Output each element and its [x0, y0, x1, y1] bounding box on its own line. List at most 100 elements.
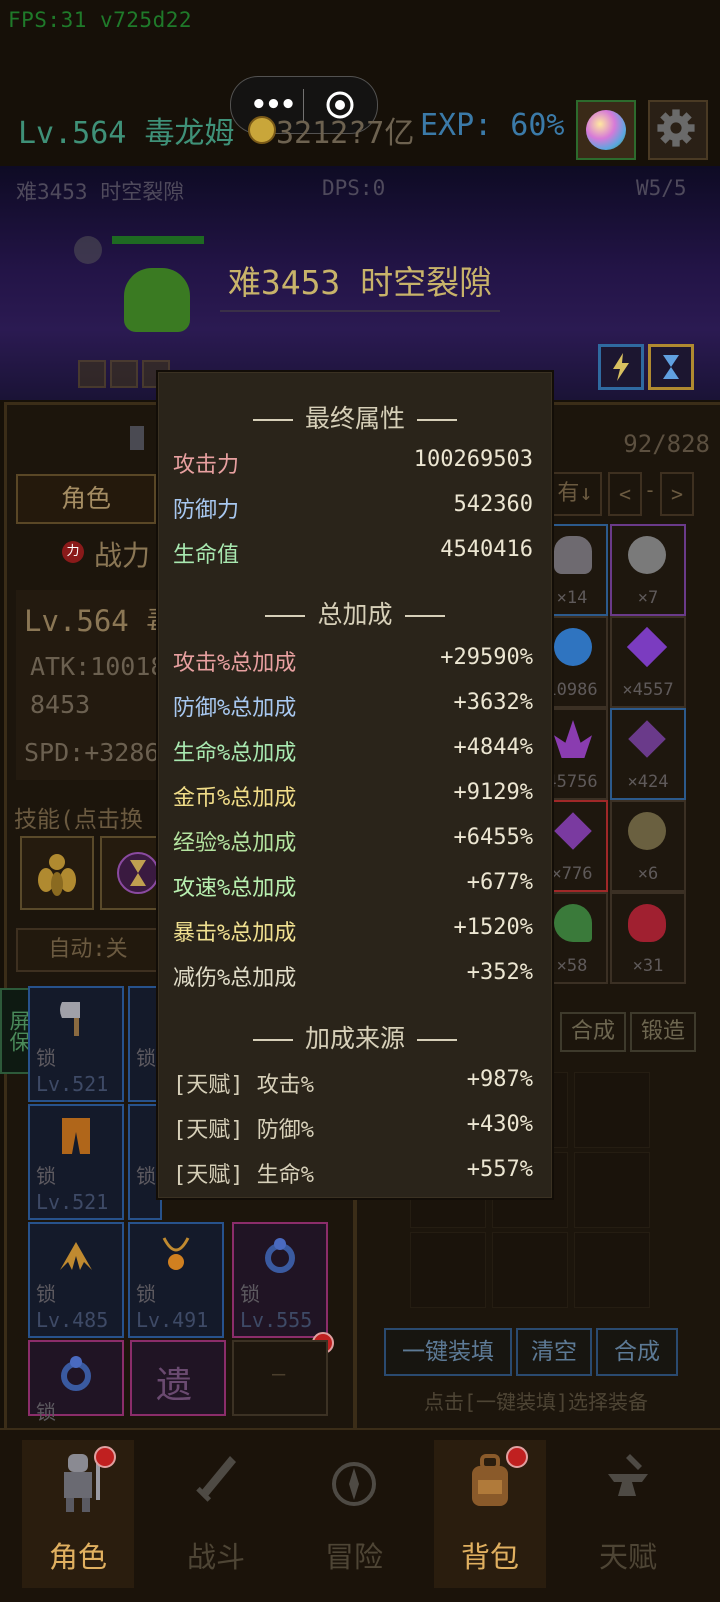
equip-slot-necklace[interactable]: 锁 Lv.491: [128, 1222, 224, 1338]
bonus-source-value: +987%: [466, 1067, 533, 1092]
power-label: 战力: [94, 539, 151, 572]
prev-page-button[interactable]: <: [608, 472, 642, 516]
enemy-hp-bar: [112, 236, 204, 244]
one-click-fill-button[interactable]: 一键装填: [384, 1328, 512, 1376]
section-title: 总加成: [317, 600, 393, 629]
total-bonus-label: 经验%总加成: [173, 831, 297, 856]
red-heart-icon: [628, 904, 666, 942]
equip-slot-ring[interactable]: 锁 Lv.555: [232, 1222, 328, 1338]
final-stat-label: 防御力: [173, 498, 240, 523]
blue-orb-icon: [554, 628, 592, 666]
total-bonus-row: 生命%总加成 +4844%: [173, 735, 533, 769]
notification-dot: [94, 1446, 116, 1468]
skill-slot[interactable]: [100, 836, 160, 910]
purple-crystal-icon: [554, 720, 592, 758]
equip-slot-empty[interactable]: —: [232, 1340, 328, 1416]
lock-label: 锁: [136, 1282, 156, 1306]
auto-toggle[interactable]: 自动:关: [16, 928, 160, 972]
forge-slot[interactable]: [574, 1232, 650, 1308]
total-bonus-label: 生命%总加成: [173, 741, 297, 766]
forge-slot[interactable]: [574, 1152, 650, 1228]
item-qty: ×6: [637, 864, 659, 884]
rainbow-orb-button[interactable]: [576, 100, 636, 160]
hourglass-rune-icon: [117, 852, 159, 894]
skill-slot[interactable]: [20, 836, 94, 910]
total-bonus-value: +352%: [466, 960, 533, 985]
nav-tab-3[interactable]: 背包: [434, 1440, 546, 1588]
nav-tab-1[interactable]: 战斗: [160, 1440, 272, 1588]
section-rule: [417, 419, 457, 421]
rune-gem-icon: [628, 720, 666, 758]
forge-slot[interactable]: [492, 1232, 568, 1308]
section-rule: [417, 1039, 457, 1041]
tab-forge[interactable]: 锻造: [630, 1012, 696, 1052]
bonus-source-label: [天赋] 生命%: [173, 1163, 314, 1188]
zone-title-underline: [220, 310, 500, 312]
total-bonus-label: 攻速%总加成: [173, 876, 297, 901]
dps-readout: DPS:0: [322, 176, 386, 200]
section-rule: [404, 615, 445, 617]
pinecone-icon: [554, 536, 592, 574]
settings-button[interactable]: [648, 100, 708, 160]
final-stat-row: 攻击力 100269503: [173, 447, 533, 481]
final-stat-label: 攻击力: [173, 453, 240, 478]
merge-button[interactable]: 合成: [596, 1328, 678, 1376]
inventory-item[interactable]: ×7: [610, 524, 686, 616]
inventory-item[interactable]: ×31: [610, 892, 686, 984]
hourglass-button[interactable]: [648, 344, 694, 390]
buff-icon: [110, 360, 138, 388]
equip-slot-wings[interactable]: 锁 Lv.485: [28, 1222, 124, 1338]
equip-slot-pants[interactable]: 锁 Lv.521: [28, 1104, 124, 1220]
tab-role[interactable]: 角色: [16, 474, 156, 524]
total-bonus-label: 防御%总加成: [173, 696, 297, 721]
total-bonus-value: +6455%: [453, 825, 533, 850]
tab-merge[interactable]: 合成: [560, 1012, 626, 1052]
inventory-item[interactable]: ×424: [610, 708, 686, 800]
total-bonus-value: +4844%: [453, 735, 533, 760]
sort-button[interactable]: 有↓: [548, 472, 602, 516]
total-bonus-row: 经验%总加成 +6455%: [173, 825, 533, 859]
equip-level: Lv.485: [36, 1308, 109, 1332]
nav-tab-label: 角色: [48, 1540, 107, 1574]
section-final-attrs: 最终属性: [159, 399, 551, 435]
clear-button[interactable]: 清空: [516, 1328, 592, 1376]
lock-label: 锁: [36, 1282, 56, 1306]
equip-slot-ring-2[interactable]: 锁: [28, 1340, 124, 1424]
section-title: 最终属性: [304, 404, 405, 433]
final-stat-value: 100269503: [413, 447, 533, 472]
total-bonus-row: 防御%总加成 +3632%: [173, 690, 533, 724]
silver-flower-icon: [628, 536, 666, 574]
bonus-source-label: [天赋] 攻击%: [173, 1073, 314, 1098]
final-stat-value: 4540416: [440, 537, 533, 562]
final-stat-value: 542360: [453, 492, 533, 517]
nav-tab-0[interactable]: 角色: [22, 1440, 134, 1588]
equip-slot-armor[interactable]: 锁: [128, 1104, 162, 1220]
forge-slot[interactable]: [574, 1072, 650, 1148]
inventory-item[interactable]: ×6: [610, 800, 686, 892]
equip-level: Lv.521: [36, 1190, 109, 1214]
notification-dot: [506, 1446, 528, 1468]
nav-tab-2[interactable]: 冒险: [298, 1440, 410, 1588]
clover-icon: [554, 904, 592, 942]
equip-slot-weapon[interactable]: 锁 Lv.521: [28, 986, 124, 1102]
bonus-source-value: +430%: [466, 1112, 533, 1137]
section-title: 加成来源: [304, 1024, 405, 1053]
lock-label: 锁: [36, 1400, 56, 1424]
anvil-icon: [608, 1454, 648, 1496]
bonus-source-row: [天赋] 攻击% +987%: [173, 1067, 533, 1101]
total-bonus-value: +9129%: [453, 780, 533, 805]
total-bonus-row: 攻击%总加成 +29590%: [173, 645, 533, 679]
equip-slot-helmet[interactable]: 锁: [128, 986, 162, 1102]
inventory-item[interactable]: ×4557: [610, 616, 686, 708]
next-page-button[interactable]: >: [660, 472, 694, 516]
forge-slot[interactable]: [410, 1232, 486, 1308]
lightning-icon: [613, 353, 629, 381]
equip-slot-relic[interactable]: 遗: [130, 1340, 226, 1416]
nav-tab-4[interactable]: 天赋: [572, 1440, 684, 1588]
item-qty: ×4557: [622, 680, 674, 700]
player-name: 毒龙姆: [144, 116, 235, 151]
nav-tab-label: 战斗: [186, 1540, 245, 1574]
auto-speed-button[interactable]: [598, 344, 644, 390]
total-bonus-value: +677%: [466, 870, 533, 895]
lock-label: 锁: [36, 1046, 56, 1070]
